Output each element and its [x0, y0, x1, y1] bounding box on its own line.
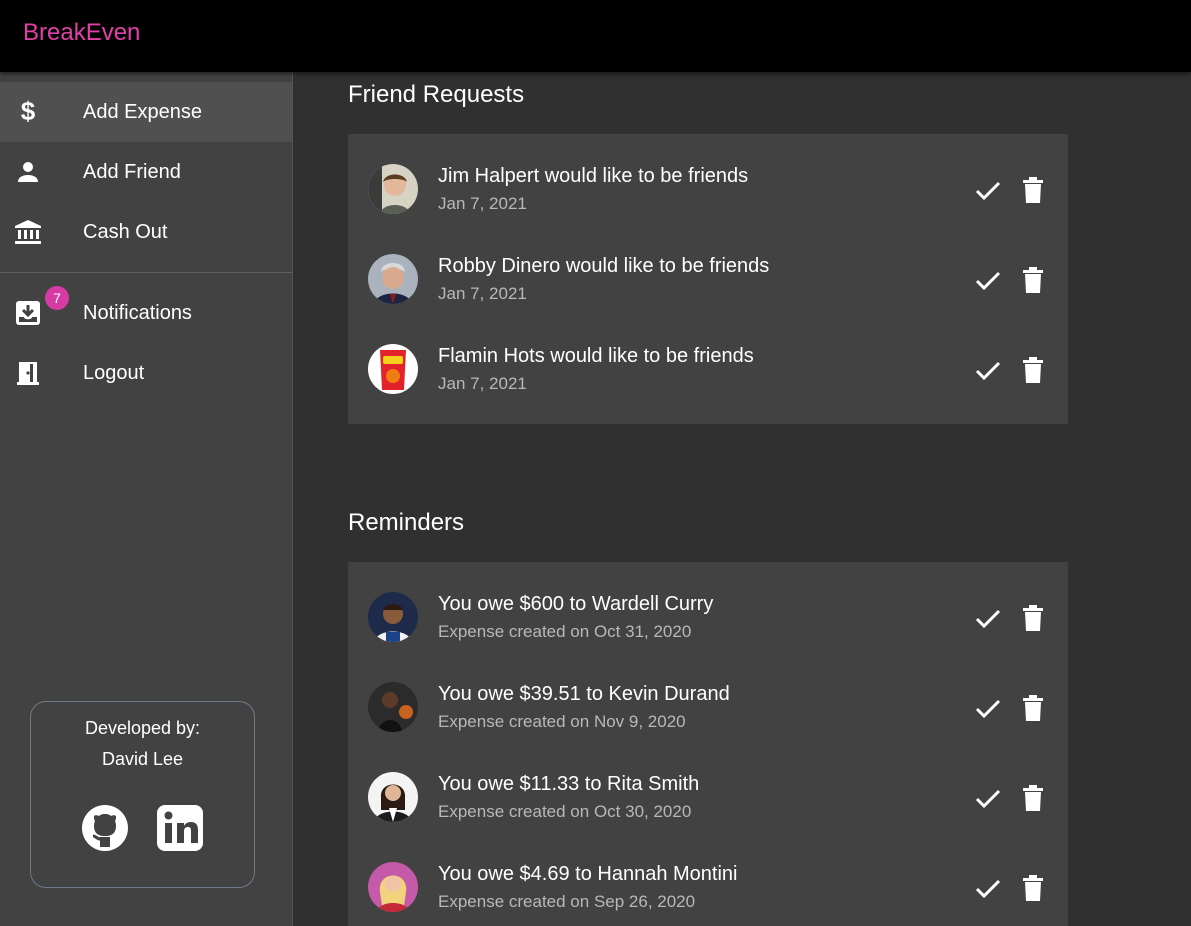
accept-button[interactable]: [972, 355, 1004, 387]
app-bar: BreakEven: [0, 0, 1191, 72]
avatar: [368, 254, 418, 304]
person-icon: [14, 158, 42, 186]
accept-button[interactable]: [972, 175, 1004, 207]
sidebar-item-cash-out[interactable]: Cash Out: [0, 202, 292, 262]
sidebar-item-add-expense[interactable]: $ Add Expense: [0, 82, 292, 142]
reminder-date: Expense created on Nov 9, 2020: [438, 712, 686, 731]
svg-text:$: $: [21, 98, 36, 126]
check-icon: [975, 609, 1001, 629]
sidebar-item-notifications[interactable]: 7 Notifications: [0, 283, 292, 343]
check-icon: [975, 271, 1001, 291]
reminder-date: Expense created on Oct 31, 2020: [438, 622, 692, 641]
delete-button[interactable]: [1018, 692, 1048, 724]
reminders-list: You owe $600 to Wardell Curry Expense cr…: [348, 562, 1068, 926]
sidebar-item-add-friend[interactable]: Add Friend: [0, 142, 292, 202]
sidebar: $ Add Expense Add Friend Cash Out 7 Noti…: [0, 72, 293, 926]
trash-icon: [1023, 785, 1043, 811]
list-item: Jim Halpert would like to be friends Jan…: [348, 134, 1068, 224]
sidebar-divider: [0, 272, 292, 273]
delete-button[interactable]: [1018, 872, 1048, 904]
list-item: You owe $39.51 to Kevin Durand Expense c…: [348, 652, 1068, 742]
list-item: Robby Dinero would like to be friends Ja…: [348, 224, 1068, 314]
check-icon: [975, 879, 1001, 899]
mark-paid-button[interactable]: [972, 693, 1004, 725]
avatar: [368, 164, 418, 214]
reminders-title: Reminders: [348, 509, 465, 536]
reminder-text: You owe $11.33 to Rita Smith: [438, 773, 700, 795]
door-icon: [14, 359, 42, 387]
sidebar-item-label: Add Expense: [83, 100, 202, 123]
delete-button[interactable]: [1018, 602, 1048, 634]
avatar: [368, 772, 418, 822]
avatar: [368, 344, 418, 394]
avatar: [368, 862, 418, 912]
check-icon: [975, 181, 1001, 201]
reminder-date: Expense created on Sep 26, 2020: [438, 892, 696, 911]
reminder-text: You owe $39.51 to Kevin Durand: [438, 683, 730, 705]
list-item: You owe $4.69 to Hannah Montini Expense …: [348, 832, 1068, 922]
reminder-text: You owe $600 to Wardell Curry: [438, 593, 714, 615]
sidebar-item-label: Logout: [83, 361, 145, 384]
trash-icon: [1023, 695, 1043, 721]
request-date: Jan 7, 2021: [438, 194, 527, 213]
request-text: Robby Dinero would like to be friends: [438, 255, 770, 277]
trash-icon: [1023, 875, 1043, 901]
notification-badge: 7: [45, 286, 69, 310]
avatar: [368, 592, 418, 642]
trash-icon: [1023, 357, 1043, 383]
sidebar-item-logout[interactable]: Logout: [0, 343, 292, 403]
list-item: Flamin Hots would like to be friends Jan…: [348, 314, 1068, 404]
dollar-icon: $: [14, 98, 42, 126]
list-item: You owe $11.33 to Rita Smith Expense cre…: [348, 742, 1068, 832]
mark-paid-button[interactable]: [972, 603, 1004, 635]
request-text: Flamin Hots would like to be friends: [438, 345, 754, 367]
github-icon[interactable]: [81, 804, 129, 852]
delete-button[interactable]: [1018, 174, 1048, 206]
trash-icon: [1023, 177, 1043, 203]
mark-paid-button[interactable]: [972, 783, 1004, 815]
app-title[interactable]: BreakEven: [23, 19, 140, 47]
delete-button[interactable]: [1018, 264, 1048, 296]
check-icon: [975, 789, 1001, 809]
request-date: Jan 7, 2021: [438, 284, 527, 303]
trash-icon: [1023, 605, 1043, 631]
developer-title: Developed by:: [84, 718, 201, 738]
check-icon: [975, 361, 1001, 381]
linkedin-icon[interactable]: [156, 804, 204, 852]
developer-name: David Lee: [101, 749, 184, 769]
sidebar-item-label: Cash Out: [83, 220, 168, 243]
bank-icon: [14, 218, 42, 246]
trash-icon: [1023, 267, 1043, 293]
check-icon: [975, 699, 1001, 719]
friend-requests-title: Friend Requests: [348, 81, 525, 108]
request-date: Jan 7, 2021: [438, 374, 527, 393]
friend-requests-list: Jim Halpert would like to be friends Jan…: [348, 134, 1068, 424]
reminder-date: Expense created on Oct 30, 2020: [438, 802, 692, 821]
list-item: You owe $600 to Wardell Curry Expense cr…: [348, 562, 1068, 652]
delete-button[interactable]: [1018, 354, 1048, 386]
developer-card: Developed by: David Lee: [30, 701, 255, 888]
accept-button[interactable]: [972, 265, 1004, 297]
mark-paid-button[interactable]: [972, 873, 1004, 905]
sidebar-item-label: Add Friend: [83, 160, 181, 183]
reminder-text: You owe $4.69 to Hannah Montini: [438, 863, 738, 885]
avatar: [368, 682, 418, 732]
delete-button[interactable]: [1018, 782, 1048, 814]
request-text: Jim Halpert would like to be friends: [438, 165, 749, 187]
sidebar-item-label: Notifications: [83, 301, 192, 324]
inbox-icon: 7: [14, 286, 69, 327]
